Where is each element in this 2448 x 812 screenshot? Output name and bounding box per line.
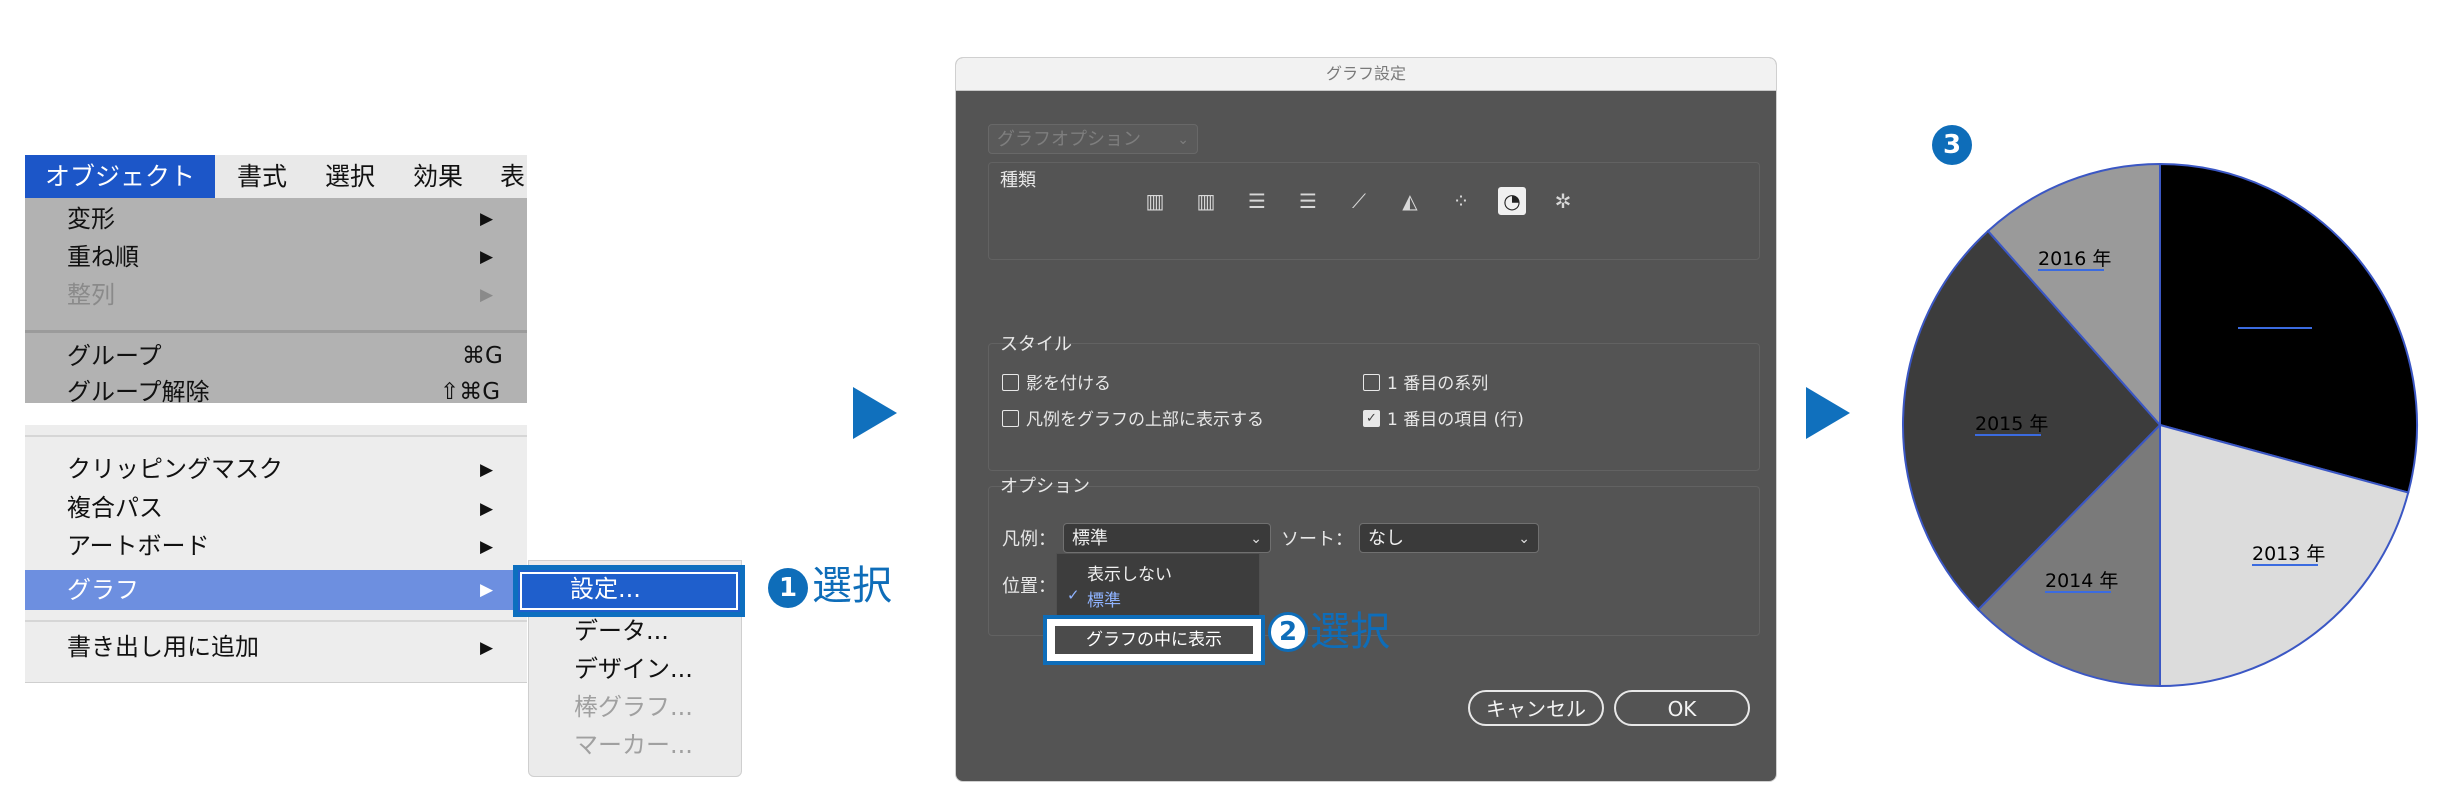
- legend-select[interactable]: 標準 ⌄: [1063, 523, 1271, 553]
- next-arrow-icon: [1806, 387, 1850, 439]
- submenu-item-data[interactable]: データ...: [574, 616, 669, 646]
- menu-item-arrange[interactable]: 重ね順: [67, 242, 139, 272]
- pie-label: 2015 年: [1975, 413, 2048, 435]
- submenu-item-column: 棒グラフ...: [574, 693, 693, 721]
- radar-graph-icon[interactable]: ✲: [1549, 187, 1577, 215]
- step-2-badge: 2: [1268, 612, 1308, 652]
- cancel-button[interactable]: キャンセル: [1468, 690, 1604, 726]
- menu-item-group[interactable]: グループ: [67, 341, 162, 371]
- stacked-bar-graph-icon[interactable]: ☰: [1294, 187, 1322, 215]
- menubar-object[interactable]: オブジェクト: [25, 155, 215, 198]
- submenu-item-marker: マーカー...: [574, 731, 693, 759]
- menubar-select[interactable]: 選択: [325, 155, 375, 198]
- type-group: [988, 162, 1760, 260]
- checkbox-legend-top[interactable]: [1002, 410, 1019, 427]
- ok-button[interactable]: OK: [1614, 690, 1750, 726]
- menubar-type[interactable]: 書式: [237, 155, 287, 198]
- checkbox-first-item[interactable]: ✓: [1363, 410, 1380, 427]
- pie-label: 2014 年: [2045, 570, 2118, 592]
- checkbox-first-item-label: 1 番目の項目 (行): [1387, 410, 1524, 430]
- scatter-graph-icon[interactable]: ⁘: [1447, 187, 1475, 215]
- menu-item-add-to-export[interactable]: 書き出し用に追加: [67, 632, 259, 662]
- area-graph-icon[interactable]: ◭: [1396, 187, 1424, 215]
- graph-options-select[interactable]: グラフオプション ⌄: [988, 124, 1198, 154]
- menubar: オブジェクト 書式 選択 効果 表: [25, 155, 527, 198]
- menu-item-align: 整列: [67, 281, 115, 309]
- menu-item-graph[interactable]: グラフ ▶: [25, 570, 527, 610]
- position-label: 位置：: [1002, 576, 1056, 597]
- checkbox-first-series-label: 1 番目の系列: [1387, 374, 1489, 394]
- shortcut-ungroup: ⇧⌘G: [440, 379, 501, 403]
- menu-separator: [25, 330, 527, 333]
- chevron-down-icon: ⌄: [1250, 531, 1262, 547]
- menubar-view[interactable]: 表: [500, 155, 525, 198]
- line-graph-icon[interactable]: ⟋: [1345, 187, 1373, 215]
- next-arrow-icon: [853, 387, 897, 439]
- check-icon: ✓: [1366, 411, 1377, 426]
- legend-label: 凡例：: [1002, 529, 1056, 550]
- sort-select[interactable]: なし ⌄: [1359, 523, 1539, 553]
- submenu-arrow-icon: ▶: [480, 285, 494, 305]
- menu-item-transform[interactable]: 変形: [67, 204, 115, 234]
- dropdown-item-in-chart[interactable]: グラフの中に表示: [1043, 615, 1265, 665]
- bar-graph-icon[interactable]: ☰: [1243, 187, 1271, 215]
- menubar-effect[interactable]: 効果: [413, 155, 463, 198]
- checkbox-legend-top-label: 凡例をグラフの上部に表示する: [1026, 410, 1264, 430]
- submenu-arrow-icon: ▶: [480, 209, 494, 229]
- checkbox-drop-shadow[interactable]: [1002, 374, 1019, 391]
- step-2-label: 選択: [1310, 609, 1390, 655]
- menu-item-ungroup[interactable]: グループ解除: [67, 377, 210, 403]
- pie-chart: 2013 年 2014 年 2015 年 2016 年: [1902, 162, 2418, 688]
- submenu-item-settings-label: 設定...: [570, 575, 641, 603]
- submenu-arrow-icon: ▶: [480, 460, 494, 480]
- dropdown-item-standard[interactable]: 標準: [1087, 586, 1121, 611]
- chevron-down-icon: ⌄: [1518, 531, 1530, 547]
- submenu-arrow-icon: ▶: [480, 638, 494, 658]
- menu-item-graph-label: グラフ: [67, 576, 139, 604]
- sort-label: ソート：: [1281, 529, 1353, 550]
- pie-graph-icon[interactable]: ◔: [1498, 187, 1526, 215]
- object-menu-top: オブジェクト 書式 選択 効果 表 変形 ▶ 重ね順 ▶ 整列 ▶ グループ ⌘…: [25, 155, 527, 403]
- menu-separator: [25, 620, 527, 622]
- step-1-badge: 1: [768, 568, 808, 608]
- menu-item-artboard[interactable]: アートボード: [67, 531, 210, 561]
- submenu-item-design[interactable]: デザイン...: [574, 654, 693, 684]
- menu-item-clipping-mask[interactable]: クリッピングマスク: [67, 454, 283, 484]
- pie-label: 2013 年: [2252, 543, 2325, 565]
- object-menu-bottom: クリッピングマスク ▶ 複合パス ▶ アートボード ▶ グラフ ▶ 書き出し用に…: [25, 425, 527, 683]
- checkbox-drop-shadow-label: 影を付ける: [1026, 374, 1111, 394]
- step-1-label: 選択: [812, 563, 892, 609]
- type-label: 種類: [1000, 170, 1036, 191]
- dialog-title: グラフ設定: [956, 58, 1776, 91]
- chevron-down-icon: ⌄: [1177, 132, 1189, 148]
- graph-settings-dialog: グラフ設定 グラフオプション ⌄ 種類 スタイル 影を付ける 凡例をグラフの上部…: [955, 57, 1777, 782]
- sort-select-value: なし: [1368, 528, 1404, 549]
- checkbox-first-series[interactable]: [1363, 374, 1380, 391]
- dropdown-item-hide[interactable]: 表示しない: [1087, 560, 1172, 585]
- dropdown-item-in-chart-label: グラフの中に表示: [1055, 626, 1253, 654]
- style-label: スタイル: [1000, 334, 1072, 355]
- legend-select-value: 標準: [1072, 528, 1108, 549]
- menu-separator: [25, 435, 527, 437]
- checkmark-icon: ✓: [1067, 586, 1080, 604]
- stacked-column-graph-icon[interactable]: ▥: [1192, 187, 1220, 215]
- graph-options-label: グラフオプション: [997, 129, 1141, 150]
- submenu-arrow-icon: ▶: [480, 499, 494, 519]
- option-label: オプション: [1000, 476, 1090, 497]
- submenu-arrow-icon: ▶: [480, 247, 494, 267]
- menu-item-compound-path[interactable]: 複合パス: [67, 493, 163, 523]
- column-graph-icon[interactable]: ▥: [1141, 187, 1169, 215]
- step-3-badge: 3: [1932, 125, 1972, 165]
- shortcut-group: ⌘G: [462, 343, 503, 369]
- submenu-arrow-icon: ▶: [480, 537, 494, 557]
- submenu-arrow-icon: ▶: [480, 580, 494, 600]
- pie-label: 2016 年: [2038, 248, 2111, 270]
